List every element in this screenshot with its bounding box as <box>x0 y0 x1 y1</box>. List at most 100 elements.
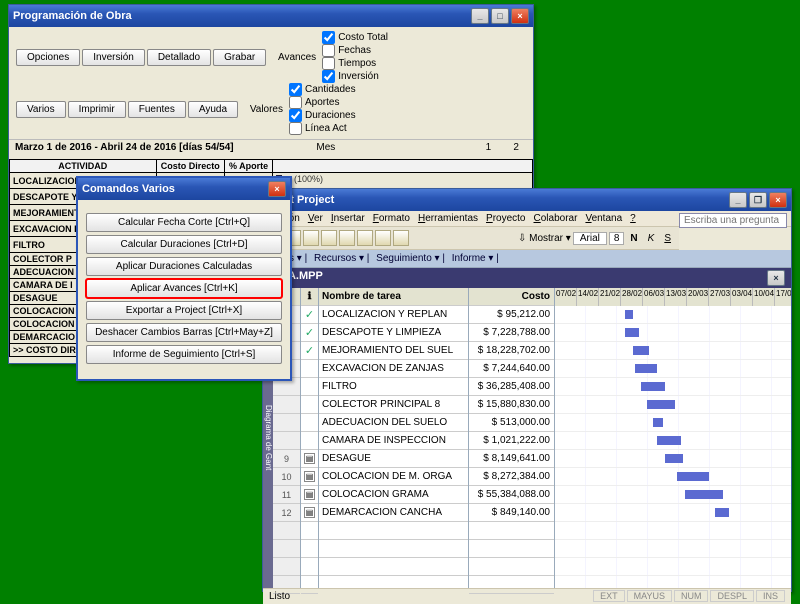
cmd-button[interactable]: Aplicar Avances [Ctrl+K] <box>86 279 282 298</box>
gantt-row[interactable] <box>555 360 791 378</box>
tab-informe[interactable]: Informe ▾ | <box>452 253 499 264</box>
paste-icon[interactable] <box>375 230 391 246</box>
task-cost[interactable]: $ 8,272,384.00 <box>469 468 554 486</box>
gantt-row[interactable] <box>555 378 791 396</box>
maximize-icon[interactable]: □ <box>491 8 509 24</box>
undo-icon[interactable] <box>393 230 409 246</box>
task-name[interactable]: DESCAPOTE Y LIMPIEZA <box>319 324 468 342</box>
task-name[interactable]: DEMARCACION CANCHA <box>319 504 468 522</box>
gantt-bar[interactable] <box>653 418 663 427</box>
gantt-bar[interactable] <box>665 454 683 463</box>
size-selector[interactable]: 8 <box>609 232 625 245</box>
task-name[interactable]: LOCALIZACION Y REPLAN <box>319 306 468 324</box>
gantt-row[interactable] <box>555 450 791 468</box>
task-name[interactable]: MEJORAMIENTO DEL SUEL <box>319 342 468 360</box>
prog-inversión-button[interactable]: Inversión <box>82 49 145 66</box>
minimize-icon[interactable]: _ <box>729 192 747 208</box>
mostrar-label[interactable]: Mostrar <box>529 233 563 244</box>
prog-opciones-button[interactable]: Opciones <box>16 49 80 66</box>
gantt-row[interactable] <box>555 324 791 342</box>
gantt-row[interactable] <box>555 432 791 450</box>
copy-icon[interactable] <box>357 230 373 246</box>
task-name[interactable]: ADECUACION DEL SUELO <box>319 414 468 432</box>
cmd-button[interactable]: Aplicar Duraciones Calculadas <box>86 257 282 276</box>
gantt-bar[interactable] <box>657 436 681 445</box>
task-name-col[interactable]: Nombre de tareaLOCALIZACION Y REPLANDESC… <box>319 288 469 588</box>
msp-tabstrip[interactable]: areas ▾ | Recursos ▾ | Seguimiento ▾ | I… <box>263 250 791 268</box>
tab-seguimiento[interactable]: Seguimiento ▾ | <box>376 253 448 264</box>
prog-varios-button[interactable]: Varios <box>16 101 66 118</box>
task-cost[interactable]: $ 36,285,408.00 <box>469 378 554 396</box>
gantt-bar[interactable] <box>625 328 639 337</box>
flag-duraciones[interactable]: Duraciones <box>289 109 356 122</box>
gantt-bar[interactable] <box>633 346 649 355</box>
msp-question-input[interactable] <box>679 213 787 228</box>
cmd-button[interactable]: Calcular Fecha Corte [Ctrl+Q] <box>86 213 282 232</box>
prog-grabar-button[interactable]: Grabar <box>213 49 266 66</box>
flag-línea act[interactable]: Línea Act <box>289 122 356 135</box>
cmd-titlebar[interactable]: Comandos Varios × <box>78 178 290 200</box>
print-icon[interactable] <box>321 230 337 246</box>
task-name[interactable]: COLECTOR PRINCIPAL 8 <box>319 396 468 414</box>
menu-proyecto[interactable]: Proyecto <box>486 213 525 224</box>
cost-col[interactable]: Costo$ 95,212.00$ 7,228,788.00$ 18,228,7… <box>469 288 555 588</box>
italic-icon[interactable]: K <box>648 233 655 244</box>
flag-cantidades[interactable]: Cantidades <box>289 83 356 96</box>
menu-formato[interactable]: Formato <box>373 213 410 224</box>
flag-tiempos[interactable]: Tiempos <box>322 57 388 70</box>
menu-colaborar[interactable]: Colaborar <box>534 213 578 224</box>
cmd-button[interactable]: Calcular Duraciones [Ctrl+D] <box>86 235 282 254</box>
msp-iconrow1[interactable]: ⇩ Mostrar ▾ Arial 8 N K S <box>263 227 679 250</box>
task-cost[interactable]: $ 95,212.00 <box>469 306 554 324</box>
task-cost[interactable]: $ 7,228,788.00 <box>469 324 554 342</box>
close-icon[interactable]: × <box>511 8 529 24</box>
task-cost[interactable]: $ 18,228,702.00 <box>469 342 554 360</box>
msp-menubar[interactable]: EdiciónVerInsertarFormatoHerramientasPro… <box>263 211 791 227</box>
cmd-button[interactable]: Informe de Seguimiento [Ctrl+S] <box>86 345 282 364</box>
close-icon[interactable]: × <box>268 181 286 197</box>
gantt-bar[interactable] <box>641 382 665 391</box>
task-name[interactable]: COLOCACION GRAMA <box>319 486 468 504</box>
gantt-row[interactable] <box>555 414 791 432</box>
flag-aportes[interactable]: Aportes <box>289 96 356 109</box>
gantt-bar[interactable] <box>685 490 723 499</box>
task-cost[interactable]: $ 15,880,830.00 <box>469 396 554 414</box>
msp-titlebar[interactable]: osoft Project _ ❐ × <box>263 189 791 211</box>
task-name[interactable]: COLOCACION DE M. ORGA <box>319 468 468 486</box>
bold-icon[interactable]: N <box>630 233 637 244</box>
gantt-row[interactable] <box>555 504 791 522</box>
gantt-row[interactable] <box>555 486 791 504</box>
prog-titlebar[interactable]: Programación de Obra _ □ × <box>9 5 533 27</box>
font-selector[interactable]: Arial <box>573 232 607 245</box>
task-cost[interactable]: $ 7,244,640.00 <box>469 360 554 378</box>
gantt-bar[interactable] <box>647 400 675 409</box>
prog-fuentes-button[interactable]: Fuentes <box>128 101 186 118</box>
minimize-icon[interactable]: _ <box>471 8 489 24</box>
task-name[interactable]: DESAGUE <box>319 450 468 468</box>
underline-icon[interactable]: S <box>664 233 671 244</box>
task-cost[interactable]: $ 849,140.00 <box>469 504 554 522</box>
cut-icon[interactable] <box>339 230 355 246</box>
menu-ver[interactable]: Ver <box>308 213 323 224</box>
task-cost[interactable]: $ 8,149,641.00 <box>469 450 554 468</box>
flag-fechas[interactable]: Fechas <box>322 44 388 57</box>
prog-detallado-button[interactable]: Detallado <box>147 49 211 66</box>
task-cost[interactable]: $ 1,021,222.00 <box>469 432 554 450</box>
task-cost[interactable]: $ 513,000.00 <box>469 414 554 432</box>
gantt-row[interactable] <box>555 468 791 486</box>
menu-insertar[interactable]: Insertar <box>331 213 365 224</box>
task-name[interactable]: FILTRO <box>319 378 468 396</box>
flag-costo total[interactable]: Costo Total <box>322 31 388 44</box>
gantt-bar[interactable] <box>715 508 729 517</box>
close-icon[interactable]: × <box>769 192 787 208</box>
cmd-button[interactable]: Exportar a Project [Ctrl+X] <box>86 301 282 320</box>
menu-herramientas[interactable]: Herramientas <box>418 213 478 224</box>
prog-imprimir-button[interactable]: Imprimir <box>68 101 126 118</box>
gantt-row[interactable] <box>555 396 791 414</box>
gantt-area[interactable]: 07/0214/0221/0228/0206/0313/0320/0327/03… <box>555 288 791 588</box>
menu-ventana[interactable]: Ventana <box>585 213 622 224</box>
cmd-button[interactable]: Deshacer Cambios Barras [Ctrl+May+Z] <box>86 323 282 342</box>
menu-?[interactable]: ? <box>630 213 636 224</box>
gantt-bar[interactable] <box>635 364 657 373</box>
gantt-row[interactable] <box>555 306 791 324</box>
